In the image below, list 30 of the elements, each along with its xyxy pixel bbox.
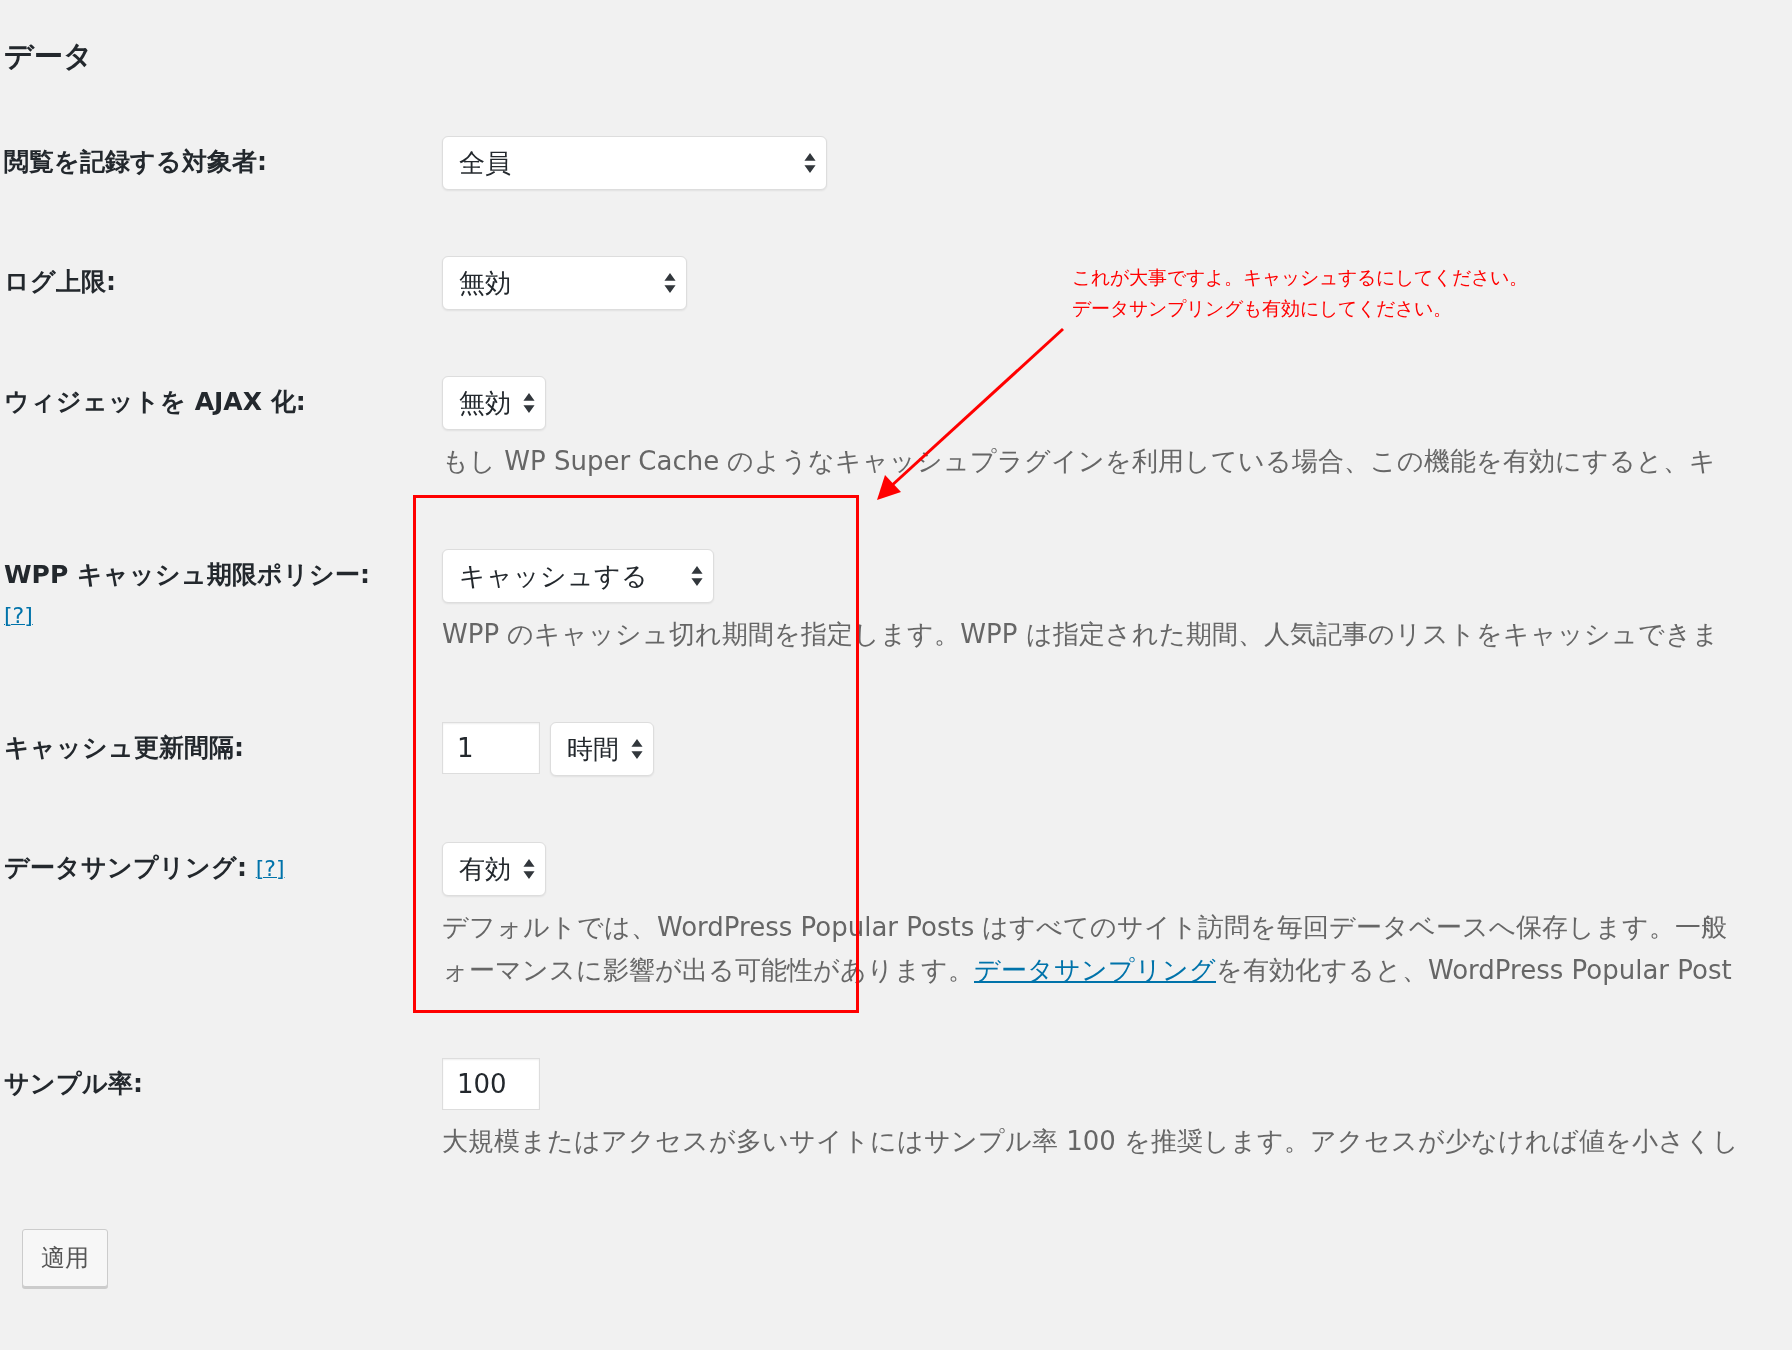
dropdown[interactable]: 有効 bbox=[442, 842, 546, 896]
field-label: データサンプリング: bbox=[4, 853, 247, 882]
input-field[interactable]: 100 bbox=[442, 1058, 540, 1110]
dropdown[interactable]: 全員 bbox=[442, 136, 827, 190]
section-heading: データ bbox=[4, 38, 94, 70]
dropdown[interactable]: 無効 bbox=[442, 376, 546, 430]
dropdown[interactable]: キャッシュする bbox=[442, 549, 714, 603]
annotation-text: これが大事ですよ。キャッシュするにしてください。 bbox=[1072, 265, 1528, 290]
up-down-arrows-icon bbox=[664, 273, 676, 293]
up-down-arrows-icon bbox=[523, 859, 535, 879]
dropdown[interactable]: 無効 bbox=[442, 256, 687, 310]
help-link[interactable]: [?] bbox=[4, 603, 33, 628]
up-down-arrows-icon bbox=[523, 393, 535, 413]
help-link[interactable]: [?] bbox=[255, 856, 285, 881]
description: WPP のキャッシュ切れ期間を指定します。WPP は指定された期間、人気記事のリストをキャッシュできま bbox=[442, 618, 1720, 651]
link[interactable]: データサンプリング bbox=[974, 955, 1216, 985]
input-field[interactable]: 1 bbox=[442, 722, 540, 774]
up-down-arrows-icon bbox=[804, 153, 816, 173]
apply-button[interactable]: 適用 bbox=[22, 1229, 108, 1287]
field-label: キャッシュ更新間隔: bbox=[4, 733, 244, 762]
description: 大規模またはアクセスが多いサイトにはサンプル率 100 を推奨します。アクセスが少なければ値を小さくし bbox=[442, 1125, 1741, 1158]
up-down-arrows-icon bbox=[691, 566, 703, 586]
annotation-text: データサンプリングも有効にしてください。 bbox=[1072, 296, 1453, 321]
field-label: ウィジェットを AJAX 化: bbox=[4, 387, 306, 416]
field-label: ログ上限: bbox=[4, 267, 116, 296]
field-label: サンプル率: bbox=[4, 1069, 143, 1098]
dropdown[interactable]: 時間 bbox=[550, 722, 654, 776]
up-down-arrows-icon bbox=[631, 739, 643, 759]
field-label: 閲覧を記録する対象者: bbox=[4, 147, 267, 176]
field-label: WPP キャッシュ期限ポリシー: bbox=[4, 560, 370, 589]
